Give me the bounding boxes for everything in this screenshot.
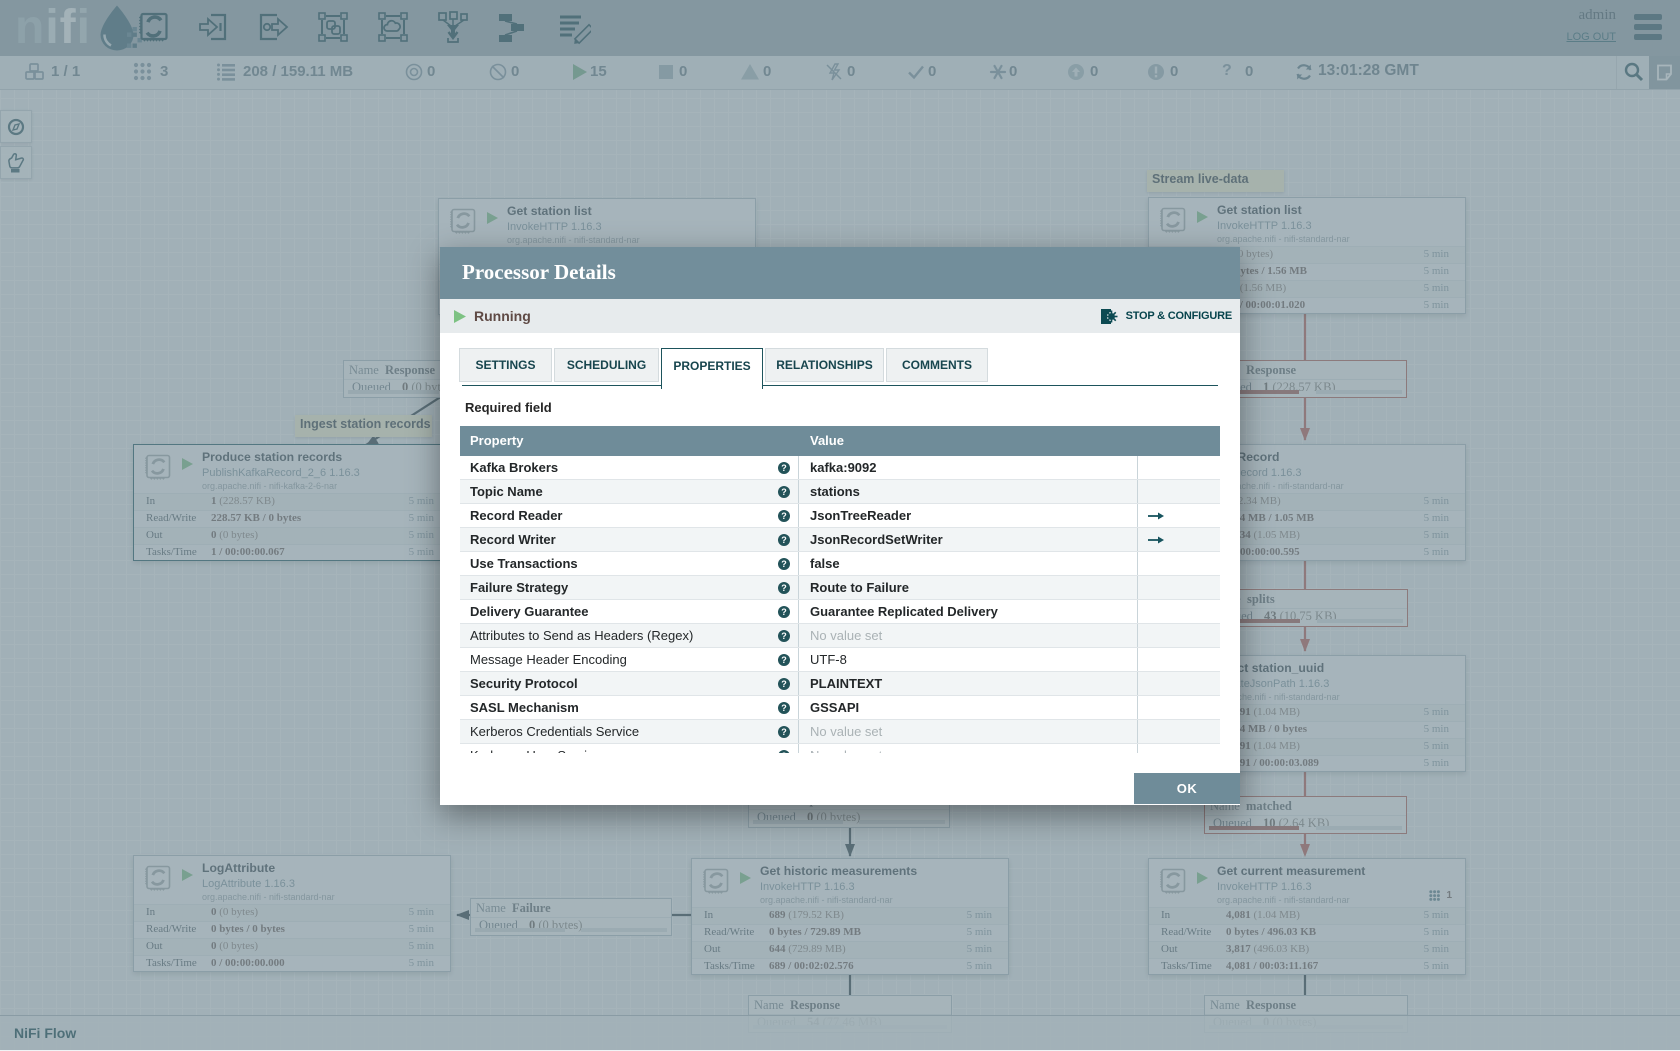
svg-text:?: ? [781,463,787,473]
svg-text:?: ? [781,751,787,753]
svg-text:?: ? [781,727,787,737]
svg-text:?: ? [781,511,787,521]
svg-text:?: ? [781,631,787,641]
svg-text:?: ? [781,487,787,497]
svg-text:?: ? [781,655,787,665]
svg-text:?: ? [781,535,787,545]
svg-text:?: ? [781,559,787,569]
svg-text:?: ? [781,703,787,713]
svg-text:?: ? [781,583,787,593]
svg-text:?: ? [781,607,787,617]
svg-text:?: ? [781,679,787,689]
